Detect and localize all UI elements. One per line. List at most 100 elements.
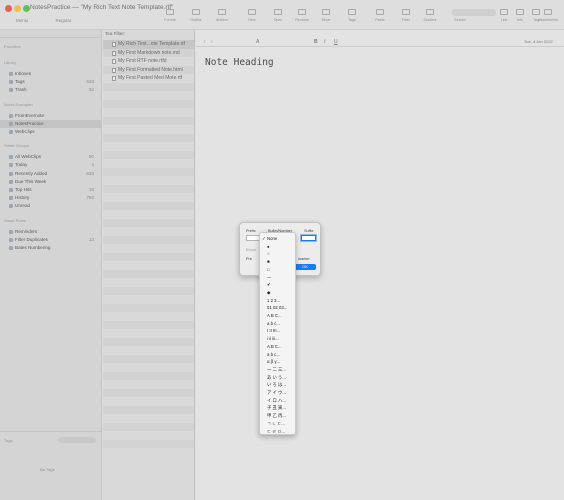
note-list-item[interactable]: My First RTF note.rtfd	[103, 57, 194, 66]
folder-icon	[9, 188, 13, 192]
prefix-field[interactable]	[246, 235, 260, 241]
bullet-option[interactable]: a b c...	[260, 351, 297, 359]
sidebar-item-notespractice[interactable]: NotesPractice	[0, 119, 102, 128]
suffix-label: Suffix	[304, 229, 314, 233]
sidebar-item-history[interactable]: History 750	[0, 194, 102, 202]
bullet-option-label: a b c...	[267, 320, 280, 326]
toolbar-button-label: Outline	[190, 18, 202, 22]
close-window-button[interactable]	[5, 5, 12, 12]
toolbar-new-button[interactable]: New	[241, 9, 263, 22]
checkmark-icon: ✓	[262, 236, 266, 241]
list-row-stripe	[103, 235, 194, 244]
ok-button[interactable]: OK	[294, 264, 316, 270]
tags-search-input[interactable]	[58, 437, 96, 443]
bullet-option[interactable]: 1 2 3...	[260, 297, 297, 305]
note-list-item[interactable]: My First Markdown note.md	[103, 49, 194, 58]
bullet-option[interactable]: α β γ...	[260, 358, 297, 366]
toolbar-paste-button[interactable]: Paste	[369, 9, 391, 22]
suffix-field[interactable]	[301, 235, 316, 241]
sidebar-item-inboxes[interactable]: Inboxes	[0, 70, 102, 78]
minimize-window-button[interactable]	[14, 5, 21, 12]
toolbar-button-label: Search	[454, 18, 466, 22]
font-size-icon[interactable]: A	[256, 39, 259, 45]
toolbar-format-button[interactable]: Format	[159, 9, 181, 22]
bullet-option[interactable]: ◆	[260, 289, 297, 297]
bullet-option[interactable]: い ろ は...	[260, 381, 297, 389]
underline-icon[interactable]: U	[334, 39, 338, 45]
note-list-item[interactable]: My First Formatted Note.html	[103, 66, 194, 75]
sidebar-section-header: Library	[4, 60, 17, 65]
toolbar-outdent-button[interactable]: Outdent	[419, 9, 441, 22]
toolbar-move-button[interactable]: Move	[315, 9, 337, 22]
toolbar-attachments-button[interactable]: Attachments	[537, 9, 559, 22]
bullet-option[interactable]: i ii iii...	[260, 335, 297, 343]
list-row-stripe	[103, 218, 194, 227]
bullet-option[interactable]: ㄷ ㄹ ㅁ...	[260, 428, 297, 436]
sidebar-item-all-webclips[interactable]: All WebClips 90	[0, 153, 102, 161]
bullet-option[interactable]: ア イ ウ...	[260, 389, 297, 397]
sidebar-item-filter-duplicates[interactable]: Filter Duplicates 13	[0, 236, 102, 244]
note-list-item[interactable]: My First Pasted Med Mote.rtf	[103, 74, 194, 83]
bullet-option[interactable]: ㄱ ㄴ ㄷ...	[260, 420, 297, 428]
toolbar-outline-button[interactable]: Outline	[185, 9, 207, 22]
bullet-option[interactable]: イ ロ ハ...	[260, 397, 297, 405]
bullet-option[interactable]: 子 丑 寅...	[260, 404, 297, 412]
sidebar-item-webclips[interactable]: WebClips	[0, 128, 102, 136]
bullet-option-label: □	[267, 266, 270, 272]
toolbar-tags-button[interactable]: Tags	[341, 9, 363, 22]
list-row-stripe	[103, 167, 194, 176]
list-row-stripe	[103, 133, 194, 142]
zoom-window-button[interactable]	[23, 5, 30, 12]
document-icon	[112, 67, 116, 73]
bullet-option[interactable]: ■	[260, 258, 297, 266]
prepend-checkbox[interactable]: Pre	[246, 257, 252, 261]
bullet-option[interactable]: □	[260, 266, 297, 274]
sidebar-item-fromevernote[interactable]: FromEvernote	[0, 112, 102, 120]
sidebar-item-unread[interactable]: Unread	[0, 202, 102, 210]
toolbar-open-button[interactable]: Open	[267, 9, 289, 22]
search-input[interactable]	[452, 9, 496, 16]
sidebar-item-reminders[interactable]: Reminders	[0, 228, 102, 236]
bullet-option-label: A B C...	[267, 343, 282, 349]
bullet-option-label: ○	[267, 251, 270, 257]
bullet-option[interactable]: —	[260, 274, 297, 282]
bullet-option[interactable]: A B C...	[260, 343, 297, 351]
note-heading[interactable]: Note Heading	[205, 57, 274, 68]
bullet-option[interactable]: あ い う...	[260, 374, 297, 382]
sidebar-item-tags[interactable]: Tags 520	[0, 78, 102, 86]
forward-icon[interactable]: ›	[211, 39, 213, 45]
weight-menu[interactable]: Regular	[56, 18, 72, 23]
italic-icon[interactable]: I	[324, 39, 325, 45]
sidebar-item-top-hits[interactable]: Top Hits 18	[0, 186, 102, 194]
sidebar-item-label: Filter Duplicates	[15, 236, 48, 242]
bold-icon[interactable]: B	[314, 39, 318, 45]
back-icon[interactable]: ‹	[204, 39, 206, 45]
note-list-item[interactable]: My Rich Text...ote Template.rtf	[103, 40, 194, 49]
folder-icon	[9, 229, 13, 234]
sidebar-item-due-this-week[interactable]: Due This Week	[0, 178, 102, 186]
folder-icon	[9, 80, 13, 85]
toolbar-rename-button[interactable]: Rename	[291, 9, 313, 22]
sidebar-item-today[interactable]: Today 4	[0, 161, 102, 169]
bullet-option[interactable]: ○	[260, 250, 297, 258]
sidebar-item-recently-added[interactable]: Recently Added 639	[0, 170, 102, 178]
bullet-option[interactable]: I II III...	[260, 327, 297, 335]
bullet-option[interactable]: ●	[260, 243, 297, 251]
toolbar-filter-button[interactable]: Filter	[395, 9, 417, 22]
bullet-option[interactable]: A B C...	[260, 312, 297, 320]
bullet-option[interactable]: a b c...	[260, 320, 297, 328]
bullet-option[interactable]: ✓ None	[260, 235, 297, 243]
toolbar-archive-button[interactable]: Archive	[211, 9, 233, 22]
bullet-option[interactable]: ✔	[260, 281, 297, 289]
font-menu[interactable]: Menlo	[16, 18, 28, 23]
bullet-option[interactable]: 一 二 三...	[260, 366, 297, 374]
bullet-option[interactable]: 01 02 03...	[260, 304, 297, 312]
sidebar-item-count: 520	[86, 79, 94, 85]
sidebar-item-trash[interactable]: Trash 34	[0, 86, 102, 94]
sidebar-item-bates-numbering[interactable]: Bates Numbering	[0, 244, 102, 252]
toolbar-button-label: Open	[273, 18, 283, 22]
toolbar-button-label: Filter	[402, 18, 410, 22]
note-list: Tea Filter: My Rich Text...ote Template.…	[103, 30, 195, 500]
bullet-option[interactable]: 甲 乙 丙...	[260, 412, 297, 420]
bullet-option-label: ㄱ ㄴ ㄷ...	[267, 420, 285, 426]
